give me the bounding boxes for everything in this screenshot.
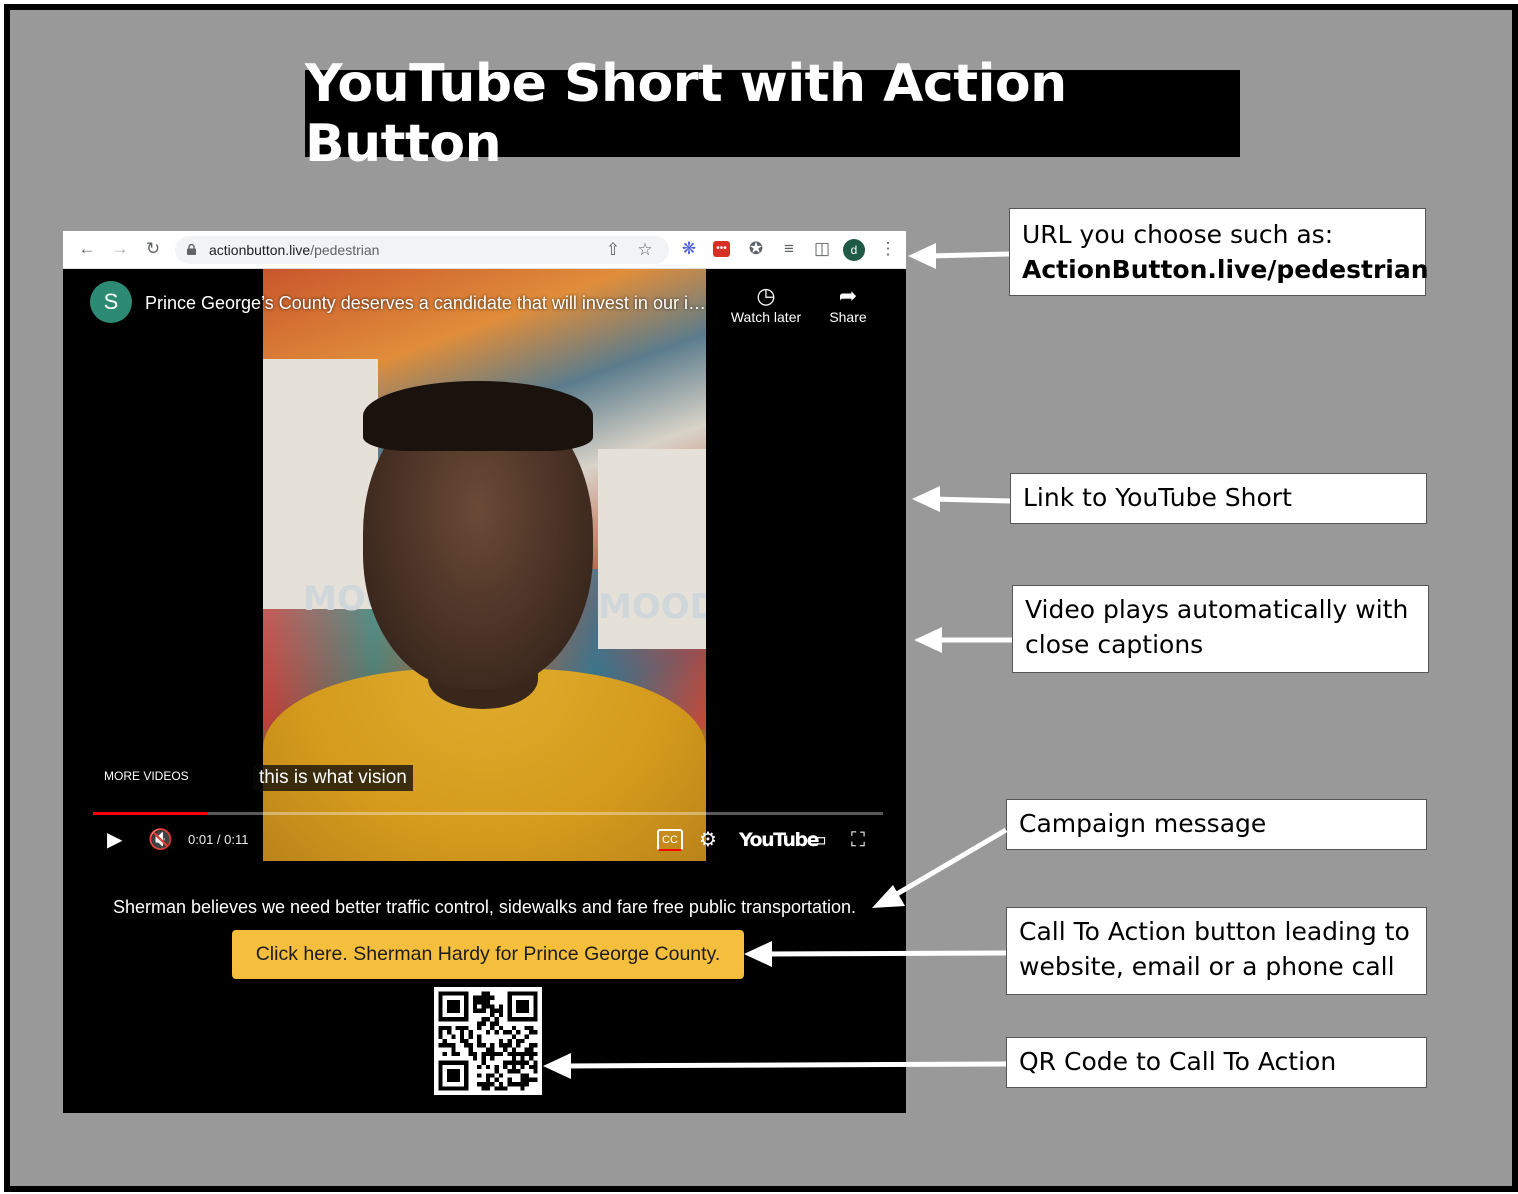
mural-text-right: MOOD. bbox=[598, 587, 706, 627]
arrow-left-icon[interactable]: ← bbox=[77, 239, 97, 259]
fullscreen-icon[interactable]: ⛶ bbox=[851, 826, 865, 854]
url-path: /pedestrian bbox=[310, 242, 380, 258]
url-text: actionbutton.live/pedestrian bbox=[209, 242, 379, 258]
star-icon[interactable]: ☆ bbox=[635, 240, 655, 260]
progress-fill bbox=[93, 812, 208, 815]
slide-title: YouTube Short with Action Button bbox=[305, 54, 1240, 174]
more-videos-button[interactable]: MORE VIDEOS bbox=[104, 769, 189, 783]
callout-cta-line2: website, email or a phone call bbox=[1019, 952, 1395, 981]
watch-later-button[interactable]: ◷ Watch later bbox=[721, 283, 811, 325]
clock-icon: ◷ bbox=[756, 283, 776, 308]
channel-avatar[interactable]: S bbox=[90, 281, 132, 323]
address-bar[interactable]: actionbutton.live/pedestrian ⇧ ☆ bbox=[175, 236, 669, 264]
puzzle-icon[interactable]: ✪ bbox=[746, 239, 766, 259]
cast-icon[interactable]: ▭ bbox=[808, 826, 827, 854]
share-icon[interactable]: ⇧ bbox=[603, 240, 623, 260]
reload-icon[interactable]: ↻ bbox=[143, 239, 163, 259]
callout-link: Link to YouTube Short bbox=[1010, 473, 1427, 524]
url-domain: actionbutton.live bbox=[209, 242, 311, 258]
callout-url-line1: URL you choose such as: bbox=[1022, 220, 1334, 249]
youtube-logo[interactable]: YouTube bbox=[739, 826, 819, 854]
call-to-action-button[interactable]: Click here. Sherman Hardy for Prince Geo… bbox=[232, 930, 744, 979]
time-display: 0:01 / 0:11 bbox=[188, 832, 249, 847]
profile-avatar[interactable]: d bbox=[843, 239, 865, 261]
callout-url: URL you choose such as: ActionButton.liv… bbox=[1009, 208, 1429, 296]
callout-campaign: Campaign message bbox=[1006, 799, 1427, 850]
callout-cta-line1: Call To Action button leading to bbox=[1019, 917, 1410, 946]
callout-video: Video plays automatically with close cap… bbox=[1012, 585, 1429, 673]
callout-video-line1: Video plays automatically with bbox=[1025, 595, 1409, 624]
watch-later-label: Watch later bbox=[730, 309, 802, 325]
share-button[interactable]: ➦ Share bbox=[803, 283, 893, 325]
lock-icon bbox=[187, 244, 196, 255]
browser-window: ← → ↻ actionbutton.live/pedestrian ⇧ ☆ ❋… bbox=[63, 231, 906, 1113]
callout-video-line2: close captions bbox=[1025, 630, 1204, 659]
extension-badge-icon[interactable]: ❋ bbox=[679, 239, 699, 259]
kebab-menu-icon[interactable]: ⋮ bbox=[878, 239, 898, 259]
share-arrow-icon: ➦ bbox=[838, 283, 858, 308]
share-label: Share bbox=[829, 309, 867, 325]
media-queue-icon[interactable]: ≡ bbox=[779, 239, 799, 259]
speaker-hair bbox=[363, 381, 593, 451]
progress-bar[interactable] bbox=[93, 812, 883, 815]
poster-left bbox=[263, 359, 378, 609]
callout-qr: QR Code to Call To Action bbox=[1006, 1037, 1427, 1088]
callout-cta: Call To Action button leading to website… bbox=[1006, 907, 1427, 995]
closed-caption: this is what vision bbox=[253, 765, 413, 791]
gear-icon[interactable]: ⚙ bbox=[699, 826, 717, 854]
arrow-right-icon[interactable]: → bbox=[110, 239, 130, 259]
browser-toolbar: ← → ↻ actionbutton.live/pedestrian ⇧ ☆ ❋… bbox=[63, 231, 906, 269]
side-panel-icon[interactable]: ◫ bbox=[812, 239, 832, 259]
video-title[interactable]: Prince George’s County deserves a candid… bbox=[145, 293, 715, 314]
callout-url-line2: ActionButton.live/pedestrian bbox=[1022, 255, 1429, 284]
youtube-player[interactable]: MOOD. MOOD. S Prince George’s County des… bbox=[63, 269, 906, 861]
extension-red-icon[interactable]: ••• bbox=[713, 241, 730, 257]
qr-code[interactable] bbox=[434, 987, 542, 1095]
play-icon[interactable]: ▶ bbox=[107, 826, 122, 854]
captions-icon[interactable]: CC bbox=[657, 829, 683, 851]
mute-icon[interactable]: 🔇 bbox=[148, 826, 173, 854]
campaign-message: Sherman believes we need better traffic … bbox=[112, 897, 857, 917]
